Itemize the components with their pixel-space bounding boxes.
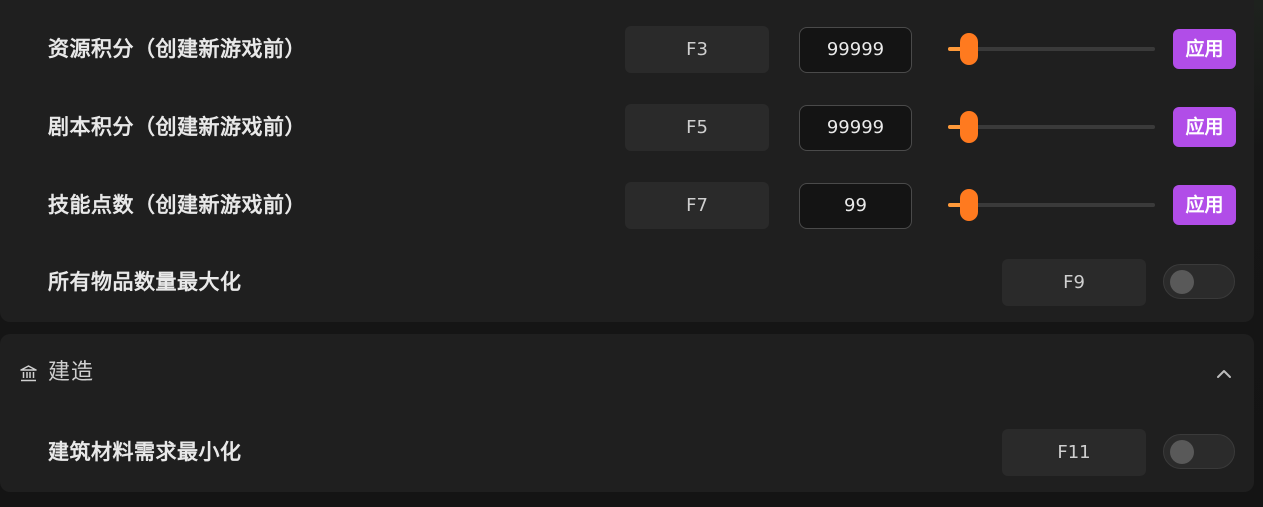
slider-track (948, 125, 1155, 129)
section-header[interactable]: 建造 (0, 334, 1254, 412)
building-icon (20, 365, 37, 382)
hotkey-button[interactable]: F7 (625, 182, 769, 229)
option-label: 资源积分（创建新游戏前） (48, 37, 306, 61)
value-input[interactable]: 99999 (799, 105, 912, 151)
slider-thumb[interactable] (959, 111, 978, 143)
value-input[interactable]: 99 (799, 183, 912, 229)
option-label: 建筑材料需求最小化 (48, 440, 242, 464)
option-label: 剧本积分（创建新游戏前） (48, 115, 306, 139)
value-slider[interactable] (948, 25, 1155, 73)
hotkey-button[interactable]: F9 (1002, 259, 1146, 306)
apply-button[interactable]: 应用 (1173, 185, 1236, 225)
toggle-knob (1170, 270, 1194, 294)
trainer-panel: 资源积分（创建新游戏前） F3 99999 应用 剧本积分（创建新游戏前） F5… (0, 0, 1263, 507)
option-row-resource-points: 资源积分（创建新游戏前） F3 99999 应用 (0, 25, 1254, 73)
option-row-min-materials: 建筑材料需求最小化 F11 (0, 428, 1254, 476)
option-label: 所有物品数量最大化 (48, 270, 242, 294)
hotkey-button[interactable]: F5 (625, 104, 769, 151)
value-slider[interactable] (948, 181, 1155, 229)
toggle-switch[interactable] (1163, 434, 1235, 469)
slider-thumb[interactable] (959, 189, 978, 221)
build-section: 建造 建筑材料需求最小化 F11 (0, 334, 1254, 492)
hotkey-button[interactable]: F11 (1002, 429, 1146, 476)
value-input[interactable]: 99999 (799, 27, 912, 73)
toggle-knob (1170, 440, 1194, 464)
apply-button[interactable]: 应用 (1173, 107, 1236, 147)
apply-button[interactable]: 应用 (1173, 29, 1236, 69)
value-slider[interactable] (948, 103, 1155, 151)
slider-track (948, 203, 1155, 207)
option-row-script-points: 剧本积分（创建新游戏前） F5 99999 应用 (0, 103, 1254, 151)
slider-track (948, 47, 1155, 51)
toggle-switch[interactable] (1163, 264, 1235, 299)
options-card: 资源积分（创建新游戏前） F3 99999 应用 剧本积分（创建新游戏前） F5… (0, 0, 1254, 322)
option-row-max-items: 所有物品数量最大化 F9 (0, 258, 1254, 306)
hotkey-button[interactable]: F3 (625, 26, 769, 73)
slider-thumb[interactable] (959, 33, 978, 65)
option-label: 技能点数（创建新游戏前） (48, 193, 306, 217)
option-row-skill-points: 技能点数（创建新游戏前） F7 99 应用 (0, 181, 1254, 229)
chevron-up-icon[interactable] (1214, 364, 1234, 384)
section-title: 建造 (48, 360, 95, 385)
